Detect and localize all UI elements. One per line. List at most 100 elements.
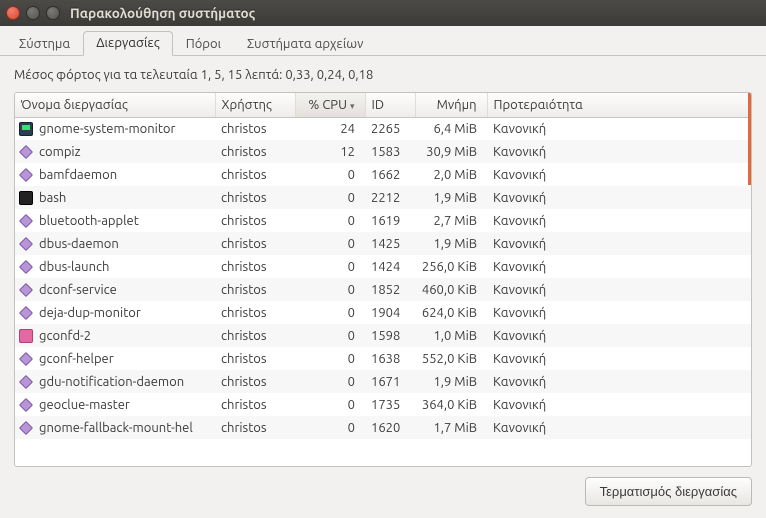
cell-id: 1735 <box>365 393 415 416</box>
cell-id: 1662 <box>365 163 415 186</box>
cell-mem: 364,0 KiB <box>415 393 487 416</box>
col-priority[interactable]: Προτεραιότητα <box>487 93 751 117</box>
cell-id: 2212 <box>365 186 415 209</box>
window-buttons <box>6 6 60 20</box>
cell-user: christos <box>215 186 295 209</box>
col-name[interactable]: Όνομα διεργασίας <box>15 93 215 117</box>
diamond-icon <box>19 305 33 319</box>
table-row[interactable]: dbus-launchchristos01424256,0 KiBΚανονικ… <box>15 255 751 278</box>
close-icon[interactable] <box>6 6 20 20</box>
cell-id: 1598 <box>365 324 415 347</box>
cell-name: gnome-system-monitor <box>15 117 215 140</box>
process-name: geoclue-master <box>39 398 130 412</box>
col-cpu[interactable]: % CPU▾ <box>295 93 365 117</box>
table-row[interactable]: bamfdaemonchristos016622,0 MiBΚανονική <box>15 163 751 186</box>
pink-icon <box>19 329 33 343</box>
table-row[interactable]: gnome-system-monitorchristos2422656,4 Mi… <box>15 117 751 140</box>
cell-cpu: 0 <box>295 232 365 255</box>
cell-user: christos <box>215 416 295 439</box>
table-row[interactable]: geoclue-masterchristos01735364,0 KiBΚανο… <box>15 393 751 416</box>
sort-indicator-icon: ▾ <box>350 101 355 111</box>
process-table-frame: Όνομα διεργασίας Χρήστης % CPU▾ ID Μνήμη… <box>14 92 752 467</box>
diamond-icon <box>19 351 33 365</box>
cell-priority: Κανονική <box>487 301 751 324</box>
cell-name: bamfdaemon <box>15 163 215 186</box>
table-row[interactable]: bashchristos022121,9 MiBΚανονική <box>15 186 751 209</box>
tab-filesystems[interactable]: Συστήματα αρχείων <box>234 32 376 56</box>
cell-user: christos <box>215 301 295 324</box>
tab-system[interactable]: Σύστημα <box>6 32 83 56</box>
cell-cpu: 0 <box>295 324 365 347</box>
cell-mem: 1,9 MiB <box>415 232 487 255</box>
diamond-icon <box>19 167 33 181</box>
window-title: Παρακολούθηση συστήματος <box>70 5 255 21</box>
cell-mem: 256,0 KiB <box>415 255 487 278</box>
tab-resources[interactable]: Πόροι <box>173 32 234 56</box>
cell-priority: Κανονική <box>487 232 751 255</box>
monitor-icon <box>19 122 33 136</box>
table-row[interactable]: dconf-servicechristos01852460,0 KiBΚανον… <box>15 278 751 301</box>
term-icon <box>19 191 33 205</box>
cell-name: dbus-daemon <box>15 232 215 255</box>
cell-priority: Κανονική <box>487 255 751 278</box>
tab-processes[interactable]: Διεργασίες <box>83 31 172 56</box>
minimize-icon[interactable] <box>26 6 40 20</box>
table-row[interactable]: gdu-notification-daemonchristos016711,9 … <box>15 370 751 393</box>
cell-id: 1638 <box>365 347 415 370</box>
table-row[interactable]: gnome-fallback-mount-helchristos016201,7… <box>15 416 751 439</box>
table-row[interactable]: gconfd-2christos015981,0 MiBΚανονική <box>15 324 751 347</box>
cell-user: christos <box>215 209 295 232</box>
col-id[interactable]: ID <box>365 93 415 117</box>
cell-name: geoclue-master <box>15 393 215 416</box>
table-row[interactable]: bluetooth-appletchristos016192,7 MiBΚανο… <box>15 209 751 232</box>
scroll-indicator <box>748 93 751 185</box>
cell-cpu: 0 <box>295 209 365 232</box>
table-row[interactable]: compizchristos12158330,9 MiBΚανονική <box>15 140 751 163</box>
diamond-icon <box>19 213 33 227</box>
cell-user: christos <box>215 232 295 255</box>
maximize-icon[interactable] <box>46 6 60 20</box>
cell-id: 1620 <box>365 416 415 439</box>
table-row[interactable]: deja-dup-monitorchristos01904624,0 KiBΚα… <box>15 301 751 324</box>
cell-mem: 1,9 MiB <box>415 186 487 209</box>
diamond-icon <box>19 374 33 388</box>
cell-priority: Κανονική <box>487 278 751 301</box>
diamond-icon <box>19 397 33 411</box>
col-user[interactable]: Χρήστης <box>215 93 295 117</box>
process-name: bash <box>39 191 66 205</box>
process-name: gnome-fallback-mount-hel <box>39 421 193 435</box>
table-row[interactable]: dbus-daemonchristos014251,9 MiBΚανονική <box>15 232 751 255</box>
load-average: Μέσος φόρτος για τα τελευταία 1, 5, 15 λ… <box>14 68 752 82</box>
cell-id: 1619 <box>365 209 415 232</box>
tab-bar: Σύστημα Διεργασίες Πόροι Συστήματα αρχεί… <box>0 26 766 56</box>
table-row[interactable]: gconf-helperchristos01638552,0 KiBΚανονι… <box>15 347 751 370</box>
cell-user: christos <box>215 117 295 140</box>
cell-priority: Κανονική <box>487 209 751 232</box>
cell-name: bluetooth-applet <box>15 209 215 232</box>
cell-priority: Κανονική <box>487 393 751 416</box>
process-name: gconf-helper <box>39 352 114 366</box>
process-table-body: gnome-system-monitorchristos2422656,4 Mi… <box>15 117 751 439</box>
col-mem[interactable]: Μνήμη <box>415 93 487 117</box>
cell-name: gnome-fallback-mount-hel <box>15 416 215 439</box>
footer: Τερματισμός διεργασίας <box>14 467 752 506</box>
cell-user: christos <box>215 255 295 278</box>
cell-mem: 460,0 KiB <box>415 278 487 301</box>
cell-priority: Κανονική <box>487 163 751 186</box>
table-header-row: Όνομα διεργασίας Χρήστης % CPU▾ ID Μνήμη… <box>15 93 751 117</box>
cell-user: christos <box>215 163 295 186</box>
cell-priority: Κανονική <box>487 117 751 140</box>
process-name: bluetooth-applet <box>39 214 139 228</box>
diamond-icon <box>19 259 33 273</box>
cell-id: 1671 <box>365 370 415 393</box>
cell-cpu: 0 <box>295 301 365 324</box>
end-process-button[interactable]: Τερματισμός διεργασίας <box>585 477 752 506</box>
process-name: deja-dup-monitor <box>39 306 141 320</box>
cell-id: 1425 <box>365 232 415 255</box>
diamond-icon <box>19 420 33 434</box>
cell-id: 1424 <box>365 255 415 278</box>
cell-priority: Κανονική <box>487 416 751 439</box>
cell-mem: 2,0 MiB <box>415 163 487 186</box>
cell-id: 1852 <box>365 278 415 301</box>
cell-id: 2265 <box>365 117 415 140</box>
